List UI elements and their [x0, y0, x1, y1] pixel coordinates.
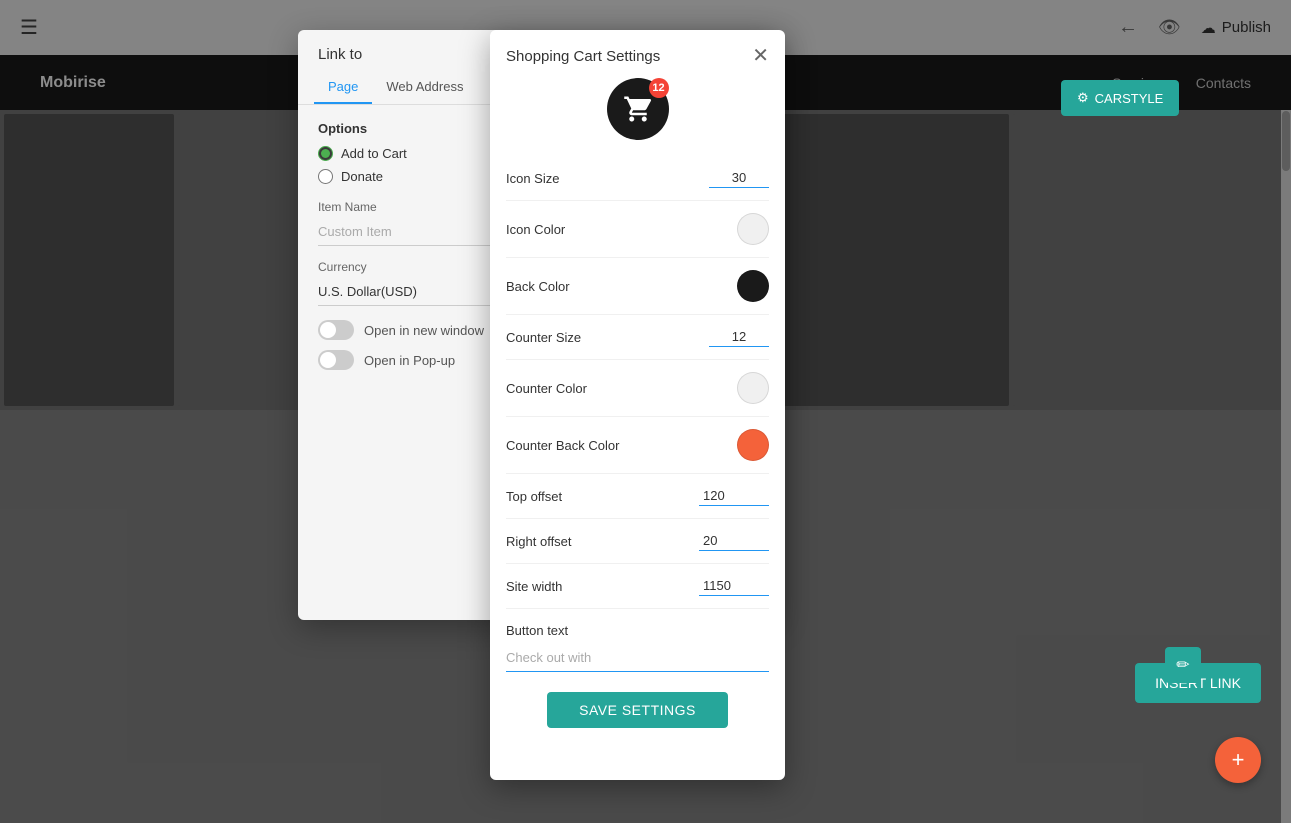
open-new-window-switch[interactable]	[318, 320, 354, 340]
counter-color-label: Counter Color	[506, 381, 587, 396]
icon-size-input[interactable]	[709, 168, 769, 188]
button-text-input[interactable]	[506, 644, 769, 672]
icon-color-swatch-wrap	[737, 213, 769, 245]
icon-color-row: Icon Color	[506, 201, 769, 258]
icon-color-swatch[interactable]	[737, 213, 769, 245]
icon-color-label: Icon Color	[506, 222, 565, 237]
site-width-row: Site width	[506, 564, 769, 609]
button-text-section: Button text	[506, 623, 769, 672]
radio-donate-input[interactable]	[318, 169, 333, 184]
fab-add-button[interactable]: +	[1215, 737, 1261, 783]
counter-color-swatch-wrap	[737, 372, 769, 404]
cart-badge: 12	[649, 78, 669, 98]
plus-icon: +	[1232, 747, 1245, 773]
tab-page[interactable]: Page	[314, 71, 372, 104]
counter-color-swatch[interactable]	[737, 372, 769, 404]
cart-icon-wrap: 12	[490, 78, 785, 140]
back-color-row: Back Color	[506, 258, 769, 315]
radio-add-to-cart-label: Add to Cart	[341, 146, 407, 161]
shopping-cart-icon	[623, 94, 653, 124]
site-width-input[interactable]	[699, 576, 769, 596]
counter-size-input[interactable]	[709, 327, 769, 347]
save-btn-wrap: SAVE SETTINGS	[506, 672, 769, 748]
open-popup-label: Open in Pop-up	[364, 353, 455, 368]
counter-size-row: Counter Size	[506, 315, 769, 360]
icon-size-row: Icon Size	[506, 156, 769, 201]
save-settings-label: SAVE SETTINGS	[579, 702, 696, 718]
counter-color-row: Counter Color	[506, 360, 769, 417]
edit-pencil-button[interactable]: ✏	[1165, 647, 1201, 683]
carstyle-label: CARSTYLE	[1095, 91, 1164, 106]
right-panel: ⚙ CARSTYLE	[1061, 80, 1261, 116]
counter-back-color-row: Counter Back Color	[506, 417, 769, 474]
icon-size-label: Icon Size	[506, 171, 559, 186]
counter-back-color-swatch-wrap	[737, 429, 769, 461]
pencil-icon: ✏	[1176, 655, 1189, 675]
open-new-window-label: Open in new window	[364, 323, 484, 338]
back-color-label: Back Color	[506, 279, 570, 294]
cart-dialog-title: Shopping Cart Settings	[506, 48, 660, 65]
cart-settings-dialog: Shopping Cart Settings ✕ 12 Icon Size Ic…	[490, 30, 785, 780]
cart-dialog-header: Shopping Cart Settings ✕	[490, 30, 785, 66]
save-settings-button[interactable]: SAVE SETTINGS	[547, 692, 728, 728]
right-offset-row: Right offset	[506, 519, 769, 564]
radio-donate-label: Donate	[341, 169, 383, 184]
top-offset-input[interactable]	[699, 486, 769, 506]
right-offset-input[interactable]	[699, 531, 769, 551]
counter-back-color-swatch[interactable]	[737, 429, 769, 461]
cart-icon-circle: 12	[607, 78, 669, 140]
cart-body: Icon Size Icon Color Back Color Counter …	[490, 156, 785, 764]
site-width-label: Site width	[506, 579, 562, 594]
counter-size-label: Counter Size	[506, 330, 581, 345]
top-offset-row: Top offset	[506, 474, 769, 519]
tab-web-address[interactable]: Web Address	[372, 71, 477, 104]
right-offset-label: Right offset	[506, 534, 572, 549]
back-color-swatch[interactable]	[737, 270, 769, 302]
button-text-label: Button text	[506, 623, 769, 638]
top-offset-label: Top offset	[506, 489, 562, 504]
carstyle-button[interactable]: ⚙ CARSTYLE	[1061, 80, 1179, 116]
radio-add-to-cart-input[interactable]	[318, 146, 333, 161]
back-color-swatch-wrap	[737, 270, 769, 302]
gear-icon: ⚙	[1077, 90, 1089, 106]
link-to-title: Link to	[318, 46, 362, 63]
open-popup-switch[interactable]	[318, 350, 354, 370]
counter-back-color-label: Counter Back Color	[506, 438, 619, 453]
cart-dialog-close[interactable]: ✕	[752, 46, 769, 66]
